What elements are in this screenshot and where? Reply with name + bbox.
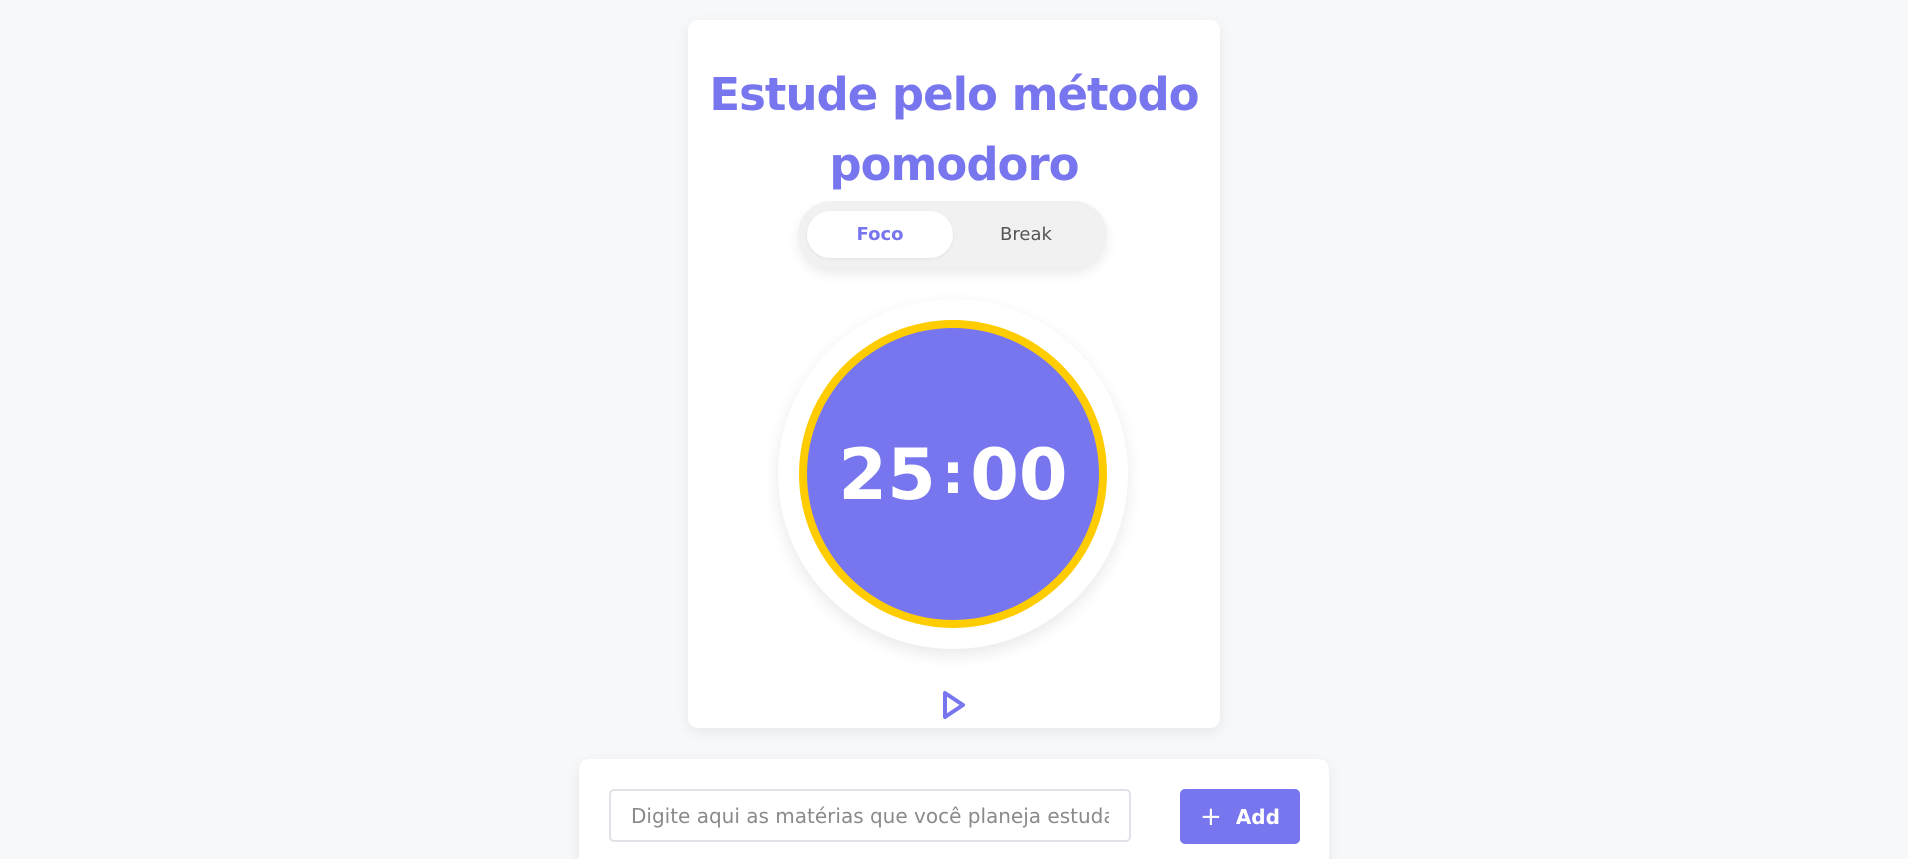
- timer-seconds: 00: [970, 434, 1068, 516]
- task-input[interactable]: [609, 789, 1131, 842]
- page-title: Estude pelo método pomodoro: [709, 68, 1199, 191]
- plus-icon: +: [1200, 801, 1222, 832]
- add-button-label: Add: [1235, 804, 1280, 829]
- add-task-button[interactable]: + Add: [1180, 789, 1300, 844]
- timer-minutes: 25: [838, 434, 936, 516]
- timer-separator: :: [941, 442, 965, 507]
- break-mode-button[interactable]: Break: [953, 211, 1099, 258]
- task-input-card: + Add: [579, 759, 1329, 859]
- mode-toggle: Foco Break: [798, 201, 1107, 268]
- focus-mode-button[interactable]: Foco: [807, 211, 953, 258]
- pomodoro-card: Estude pelo método pomodoro Foco Break 2…: [688, 20, 1220, 728]
- play-button[interactable]: [940, 688, 968, 722]
- play-icon: [943, 691, 965, 719]
- timer-display: 25:00: [807, 440, 1099, 510]
- app-root: Estude pelo método pomodoro Foco Break 2…: [0, 0, 1908, 859]
